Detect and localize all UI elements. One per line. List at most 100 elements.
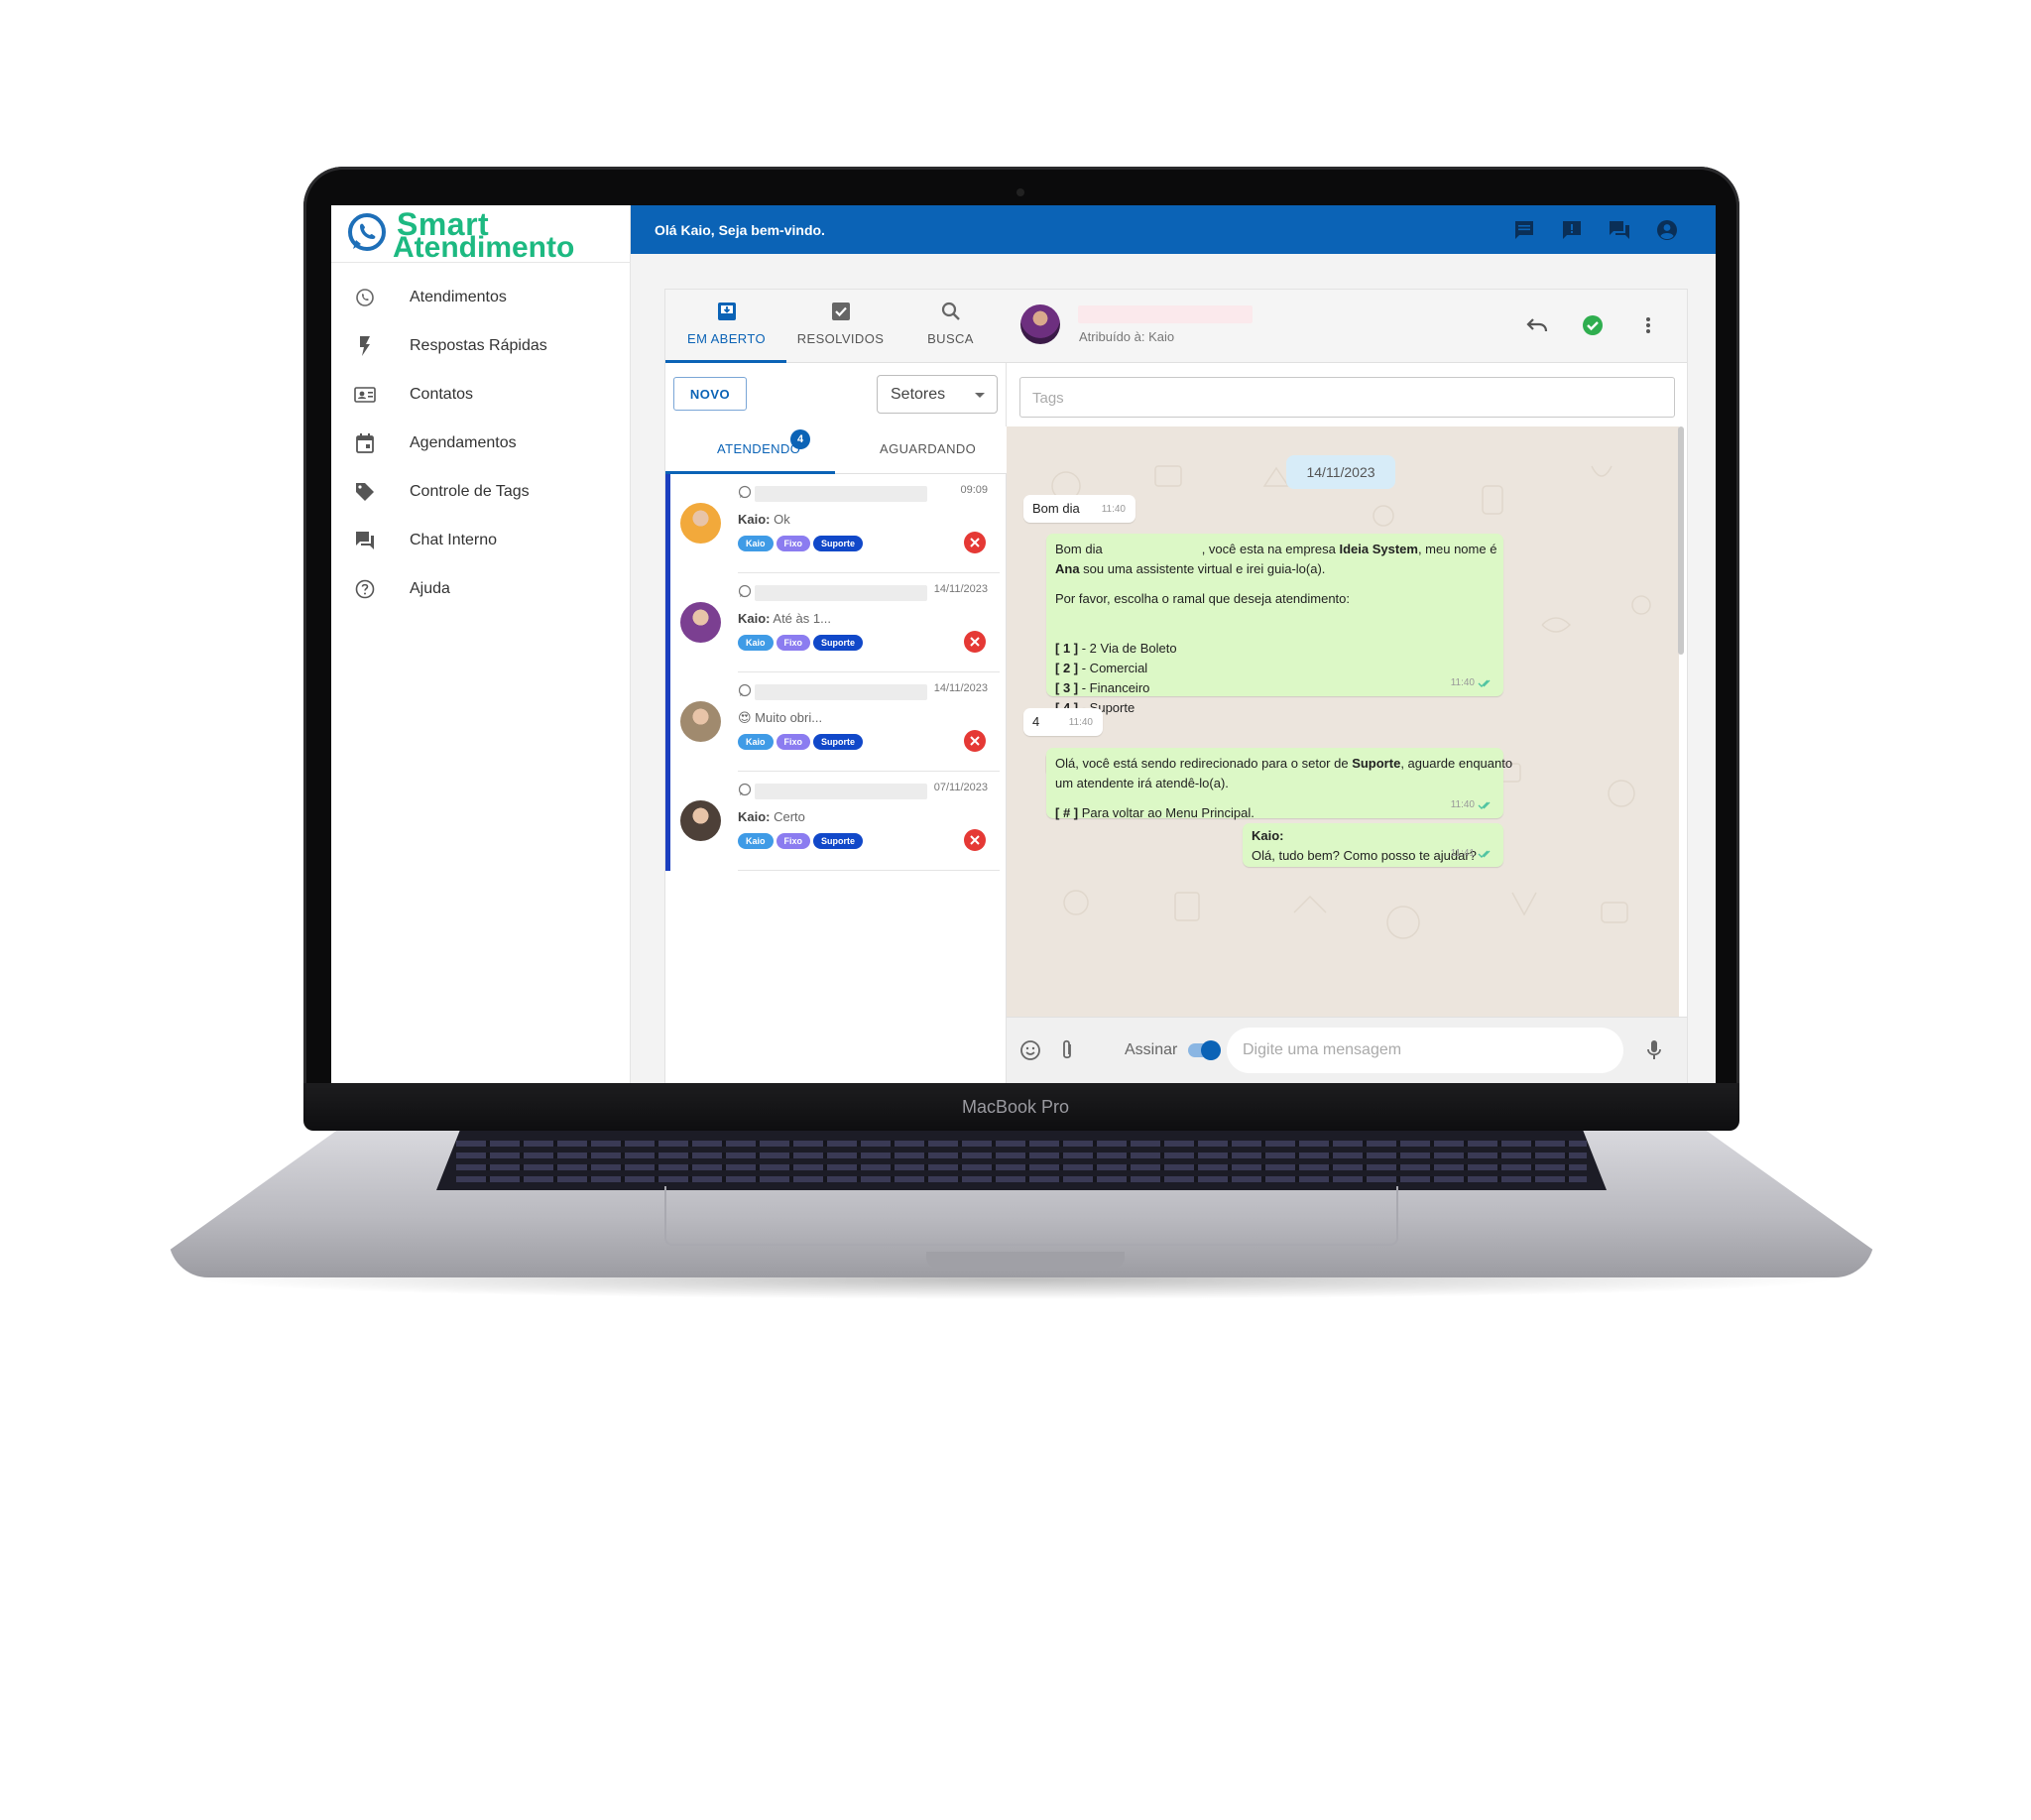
contact-card-icon [354,384,376,406]
message-bubble-incoming[interactable]: 4 11:40 [1023,708,1103,736]
undo-icon[interactable] [1523,311,1551,339]
option-key: [ 1 ] [1055,641,1079,656]
bolt-icon [354,335,376,357]
option-text: - Financeiro [1078,680,1150,695]
message-bubble-outgoing[interactable]: Kaio: Olá, tudo bem? Como posso te ajuda… [1243,823,1503,867]
contact-avatar[interactable] [1020,304,1060,344]
ticket-status-bar [665,474,670,573]
message-time: 11:40 [1451,795,1493,815]
sidebar-item-atendimentos[interactable]: Atendimentos [331,273,631,321]
menu-options: [ 1 ] - 2 Via de Boleto [ 2 ] - Comercia… [1055,639,1496,718]
tab-resolvidos[interactable]: RESOLVIDOS [783,300,897,361]
tab-em-aberto[interactable]: EM ABERTO [669,300,783,361]
sidebar-item-controle-de-tags[interactable]: Controle de Tags [331,467,631,516]
emoji-icon[interactable] [1017,1037,1043,1063]
tab-atendendo[interactable]: ATENDENDO [717,441,800,456]
message-line: Bom dia , você esta na empresa Ideia Syst… [1055,540,1496,559]
message-time-text: 11:40 [1450,677,1475,688]
ticket-item[interactable]: 14/11/2023 Kaio: Até às 1... Kaio Fixo Supor… [665,573,1008,672]
active-tab-indicator [665,360,786,363]
sidebar-item-respostas-rapidas[interactable]: Respostas Rápidas [331,321,631,370]
text-span: Bom dia [1055,542,1103,556]
contact-name-redacted [755,486,927,502]
close-ticket-icon[interactable] [964,631,986,653]
ticket-tag: Suporte [813,734,864,750]
contact-avatar [680,800,721,841]
text-span: , meu nome é [1417,542,1497,556]
ticket-last-message: Kaio: Certo [738,809,805,824]
forum-icon[interactable] [1607,217,1632,243]
whatsapp-icon [354,287,376,308]
ticket-tag: Suporte [813,536,864,551]
close-ticket-icon[interactable] [964,829,986,851]
toggle-knob [1201,1040,1221,1060]
close-ticket-icon[interactable] [964,730,986,752]
chat-header-actions [1523,311,1662,339]
device-label: MacBook Pro [961,1097,1070,1117]
text-span: Olá, você está sendo redirecionado para … [1055,756,1353,771]
feedback-icon[interactable] [1559,217,1585,243]
ticket-item[interactable]: 09:09 Kaio: Ok Kaio Fixo Suporte [665,474,1008,573]
read-ticks-icon [1478,850,1491,858]
ticket-tag: Kaio [738,734,774,750]
key-row [456,1164,1587,1170]
chevron-down-icon [975,393,985,398]
tags-input[interactable]: Tags [1019,377,1675,418]
signature-toggle[interactable] [1188,1040,1221,1060]
option-key: [ 2 ] [1055,661,1079,675]
tab-aguardando[interactable]: AGUARDANDO [880,441,976,456]
whatsapp-logo-icon [348,213,386,251]
message-time: 11:40 [1069,713,1093,733]
ticket-time: 14/11/2023 [933,682,988,694]
ticket-tags: Kaio Fixo Suporte [738,536,864,551]
message-time-text: 11:41 [1450,848,1475,859]
message-icon[interactable] [1511,217,1537,243]
signature-label: Assinar [1125,1041,1178,1058]
ticket-status-bar [665,573,670,672]
more-vertical-icon[interactable] [1634,311,1662,339]
option-key: [ 3 ] [1055,680,1079,695]
message-line: um atendente irá atendê-lo(a). [1055,776,1229,790]
sidebar-item-label: Respostas Rápidas [410,336,547,354]
whatsapp-icon [738,683,752,697]
sectors-select[interactable]: Setores [877,375,998,414]
message-bubble-outgoing[interactable]: Olá, você está sendo redirecionado para … [1046,748,1512,820]
ticket-queue-tabs: ATENDENDO 4 AGUARDANDO [665,426,1008,474]
message-line: Olá, você está sendo redirecionado para … [1055,754,1512,774]
date-divider: 14/11/2023 [1286,455,1395,489]
resolve-check-icon[interactable] [1579,311,1607,339]
tab-label: ATENDENDO [717,441,801,456]
read-ticks-icon [1478,679,1491,687]
close-ticket-icon[interactable] [964,532,986,553]
sidebar-item-agendamentos[interactable]: Agendamentos [331,419,631,467]
company-name: Ideia System [1339,542,1418,556]
message-time: 11:41 [1451,844,1493,864]
tag-icon [354,481,376,503]
ticket-item[interactable]: 14/11/2023 😍 Muito obri... Kaio Fixo Suporte [665,672,1008,772]
sidebar-item-chat-interno[interactable]: Chat Interno [331,516,631,564]
message-input[interactable]: Digite uma mensagem [1227,1028,1623,1073]
new-ticket-button[interactable]: NOVO [673,377,747,411]
microphone-icon[interactable] [1641,1037,1667,1063]
ticket-item[interactable]: 07/11/2023 Kaio: Certo Kaio Fixo Suporte [665,772,1008,871]
option-text: - Comercial [1078,661,1148,675]
message-bubble-incoming[interactable]: Bom dia 11:40 [1023,495,1135,523]
top-bar: Olá Kaio, Seja bem-vindo. [631,205,1716,254]
ticket-last-message: Kaio: Ok [738,512,790,527]
message-bubble-outgoing[interactable]: Bom dia , você esta na empresa Ideia Syst… [1046,534,1503,715]
tab-busca[interactable]: BUSCA [894,300,1008,361]
sender-name: Kaio: [738,809,771,824]
attach-icon[interactable] [1054,1037,1080,1063]
option-key: [ # ] [1055,805,1079,820]
ticket-divider [738,870,1000,871]
message-time-text: 11:40 [1450,799,1475,810]
sender-name: Kaio: [1252,828,1284,843]
account-icon[interactable] [1654,217,1680,243]
sidebar-item-label: Contatos [410,385,474,403]
text-span: , aguarde enquanto [1400,756,1513,771]
app-logo[interactable]: Smart Atendimento [331,205,631,264]
message-scrollbar[interactable] [1678,426,1684,655]
sidebar-item-contatos[interactable]: Contatos [331,370,631,419]
sidebar-item-ajuda[interactable]: Ajuda [331,564,631,613]
contact-name-redacted [755,585,927,601]
